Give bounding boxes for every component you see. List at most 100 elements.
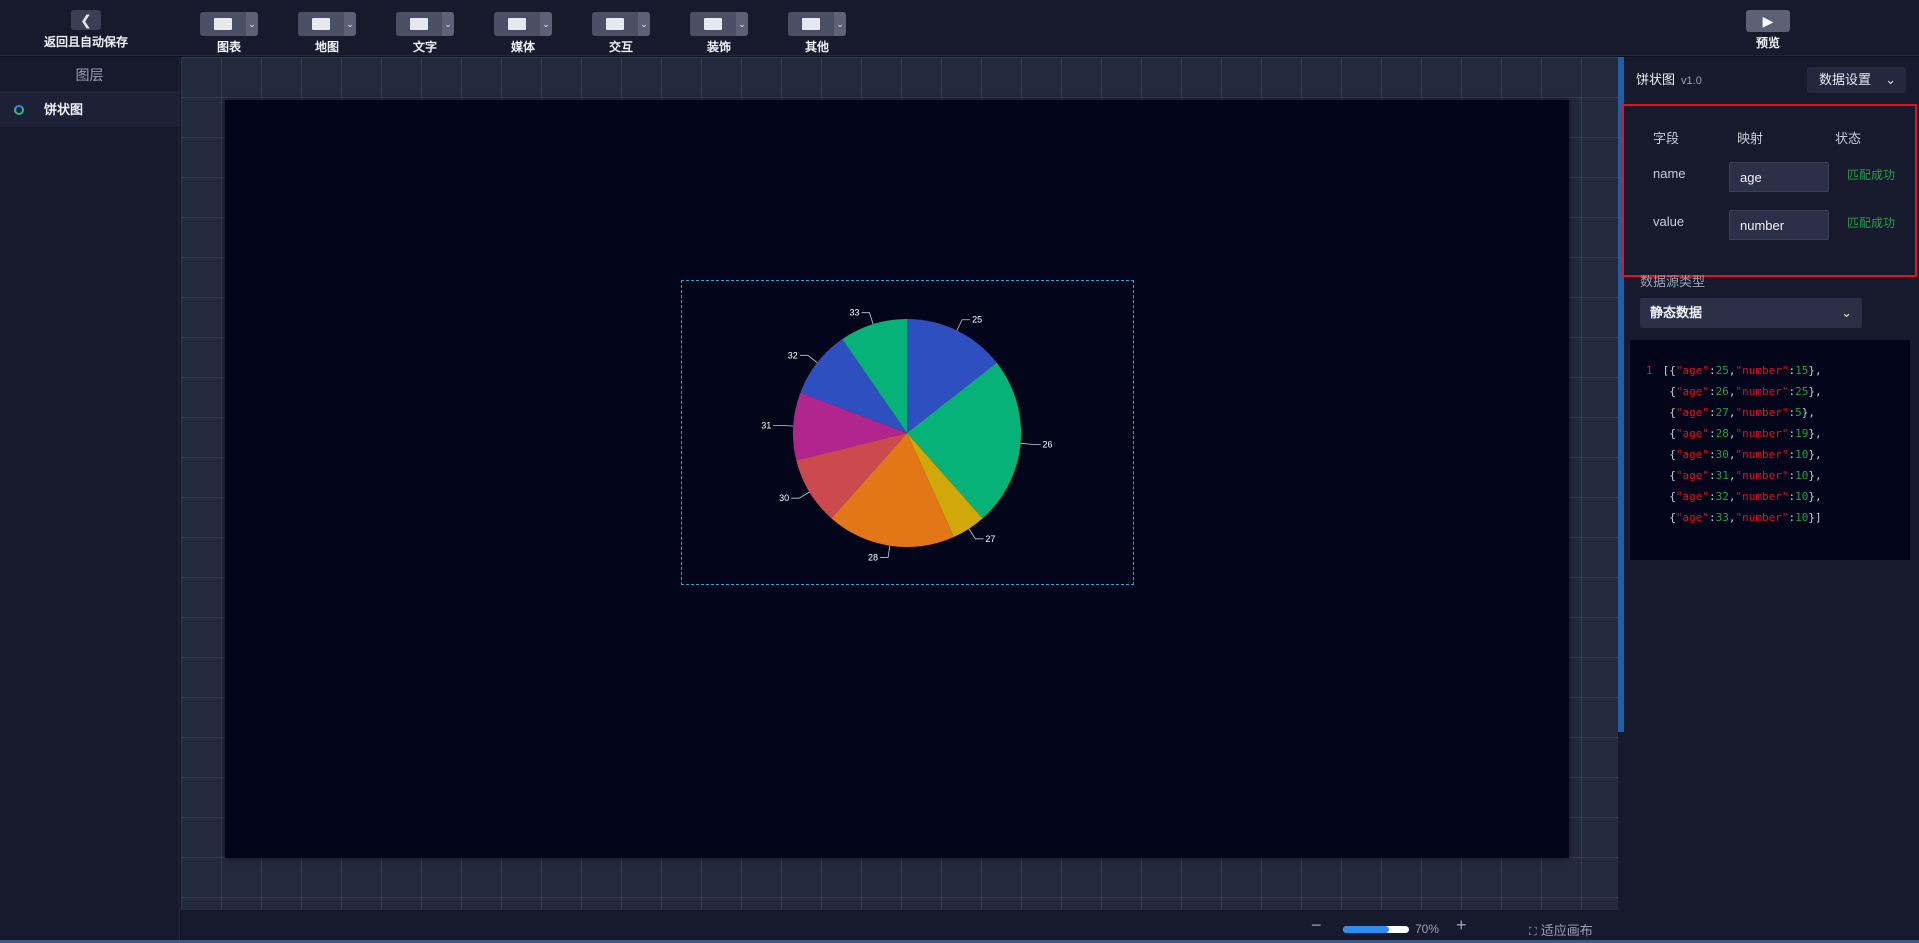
layer-item-pie[interactable]: 饼状图 [0, 93, 179, 127]
app-window: ❮ 返回且自动保存 ⌄ 图表 ⌄ 地图 ⌄ 文字 ⌄ 媒体 ⌄ 交互 ⌄ 装饰 … [0, 0, 1919, 943]
loading-ring-icon [14, 105, 24, 115]
datasource-value: 静态数据 [1650, 305, 1703, 320]
zoom-in-button[interactable]: + [1456, 915, 1467, 936]
code-line: 1 {"age":31,"number":10}, [1662, 469, 1822, 482]
fit-canvas-label: 适应画布 [1540, 923, 1593, 938]
preview-label: 预览 [1755, 36, 1780, 50]
chevron-down-icon: ⌄ [1841, 305, 1852, 320]
slice-label: 26 [1042, 439, 1052, 449]
text-icon [396, 12, 442, 36]
label-leader-line [791, 491, 810, 499]
layers-panel: 图层 饼状图 [0, 57, 180, 943]
dropdown-arrow-icon[interactable]: ⌄ [736, 12, 748, 36]
component-title: 饼状图 [1636, 72, 1676, 87]
pie-chart-widget[interactable]: 25 26 27 28 30 31 32 33 [681, 280, 1134, 585]
slice-label: 30 [779, 493, 789, 503]
interaction-icon [592, 12, 638, 36]
field-name: name [1653, 166, 1686, 181]
label-leader-line [861, 312, 874, 325]
back-save-button[interactable]: ❮ 返回且自动保存 [38, 10, 134, 50]
tool-label: 媒体 [510, 40, 535, 54]
code-line: 1 {"age":28,"number":19}, [1662, 427, 1822, 440]
label-leader-line [799, 354, 818, 364]
label-leader-line [956, 319, 971, 331]
field-value: value [1653, 214, 1685, 229]
tool-label: 地图 [314, 40, 339, 54]
code-line: 1 {"age":27,"number":5}, [1662, 406, 1815, 419]
tool-label: 交互 [608, 40, 633, 54]
layer-item-label: 饼状图 [44, 102, 84, 117]
slice-label: 28 [868, 553, 878, 563]
settings-panel: 饼状图 v1.0 数据设置 ⌄ 字段 映射 状态 name 匹配成功 value … [1618, 57, 1919, 943]
status-badge: 匹配成功 [1847, 216, 1896, 230]
header-status: 状态 [1835, 131, 1862, 146]
tool-label: 图表 [216, 40, 241, 54]
zoom-slider-fill [1343, 926, 1390, 933]
tool-label: 文字 [412, 40, 437, 54]
header-mapping: 映射 [1737, 131, 1764, 146]
chevron-down-icon: ⌄ [1885, 72, 1896, 87]
dropdown-arrow-icon[interactable]: ⌄ [344, 12, 356, 36]
code-line: 1 [{"age":25,"number":15}, [1646, 364, 1822, 377]
datasource-select[interactable]: 静态数据 ⌄ [1640, 298, 1862, 328]
panel-header: 饼状图 v1.0 数据设置 ⌄ [1636, 67, 1906, 93]
label-leader-line [773, 424, 794, 427]
preview-button[interactable]: ▶ 预览 [1746, 10, 1790, 51]
top-toolbar: ❮ 返回且自动保存 ⌄ 图表 ⌄ 地图 ⌄ 文字 ⌄ 媒体 ⌄ 交互 ⌄ 装饰 … [0, 0, 1919, 56]
media-icon [494, 12, 540, 36]
data-settings-dropdown[interactable]: 数据设置 ⌄ [1807, 67, 1906, 93]
dropdown-arrow-icon[interactable]: ⌄ [540, 12, 552, 36]
dropdown-arrow-icon[interactable]: ⌄ [834, 12, 846, 36]
field-mapping-table: 字段 映射 状态 name 匹配成功 value 匹配成功 [1621, 104, 1917, 277]
code-line: 1 {"age":26,"number":25}, [1662, 385, 1822, 398]
bottom-bar: − 70% + ⛶ 适应画布 [181, 910, 1618, 943]
data-settings-label: 数据设置 [1819, 72, 1872, 87]
layers-title: 图层 [0, 57, 179, 93]
status-badge: 匹配成功 [1847, 168, 1896, 182]
tool-interaction[interactable]: ⌄ 交互 [592, 12, 650, 55]
fit-canvas-button[interactable]: ⛶ 适应画布 [1529, 920, 1593, 939]
slice-label: 25 [972, 315, 982, 325]
tool-map[interactable]: ⌄ 地图 [298, 12, 356, 55]
play-icon: ▶ [1746, 10, 1790, 32]
slice-label: 32 [788, 350, 798, 360]
back-save-label: 返回且自动保存 [43, 35, 128, 49]
component-version: v1.0 [1681, 75, 1702, 87]
slice-label: 27 [985, 534, 995, 544]
code-line: 1 {"age":33,"number":10}] [1662, 511, 1822, 524]
label-leader-line [880, 545, 891, 558]
code-editor[interactable]: 1[{"age":25,"number":15}, 1 {"age":26,"nu… [1630, 340, 1910, 560]
other-icon [788, 12, 834, 36]
label-leader-line [1020, 442, 1041, 445]
tool-label: 装饰 [706, 40, 731, 54]
zoom-percent: 70% [1415, 922, 1440, 936]
header-field: 字段 [1653, 131, 1680, 146]
tool-decoration[interactable]: ⌄ 装饰 [690, 12, 748, 55]
canvas-stage[interactable]: 25 26 27 28 30 31 32 33 [225, 100, 1569, 858]
mapping-input-name[interactable] [1729, 162, 1829, 192]
tool-media[interactable]: ⌄ 媒体 [494, 12, 552, 55]
dropdown-arrow-icon[interactable]: ⌄ [246, 12, 258, 36]
slice-label: 31 [761, 420, 771, 430]
map-icon [298, 12, 344, 36]
tool-chart[interactable]: ⌄ 图表 [200, 12, 258, 55]
chevron-left-icon: ❮ [71, 10, 101, 30]
slice-label: 33 [849, 308, 859, 318]
label-leader-line [968, 528, 984, 540]
canvas-area[interactable]: 25 26 27 28 30 31 32 33 [181, 57, 1618, 910]
mapping-input-value[interactable] [1729, 210, 1829, 240]
code-line: 1 {"age":32,"number":10}, [1662, 490, 1822, 503]
decoration-icon [690, 12, 736, 36]
tool-label: 其他 [804, 40, 829, 54]
zoom-slider[interactable] [1343, 926, 1409, 933]
pie-chart: 25 26 27 28 30 31 32 33 [761, 308, 1052, 563]
tool-other[interactable]: ⌄ 其他 [788, 12, 846, 55]
fit-screen-icon: ⛶ [1529, 926, 1537, 938]
tool-text[interactable]: ⌄ 文字 [396, 12, 454, 55]
dropdown-arrow-icon[interactable]: ⌄ [442, 12, 454, 36]
datasource-label: 数据源类型 [1640, 274, 1706, 289]
chart-icon [200, 12, 246, 36]
zoom-out-button[interactable]: − [1311, 915, 1322, 936]
code-line: 1 {"age":30,"number":10}, [1662, 448, 1822, 461]
dropdown-arrow-icon[interactable]: ⌄ [638, 12, 650, 36]
